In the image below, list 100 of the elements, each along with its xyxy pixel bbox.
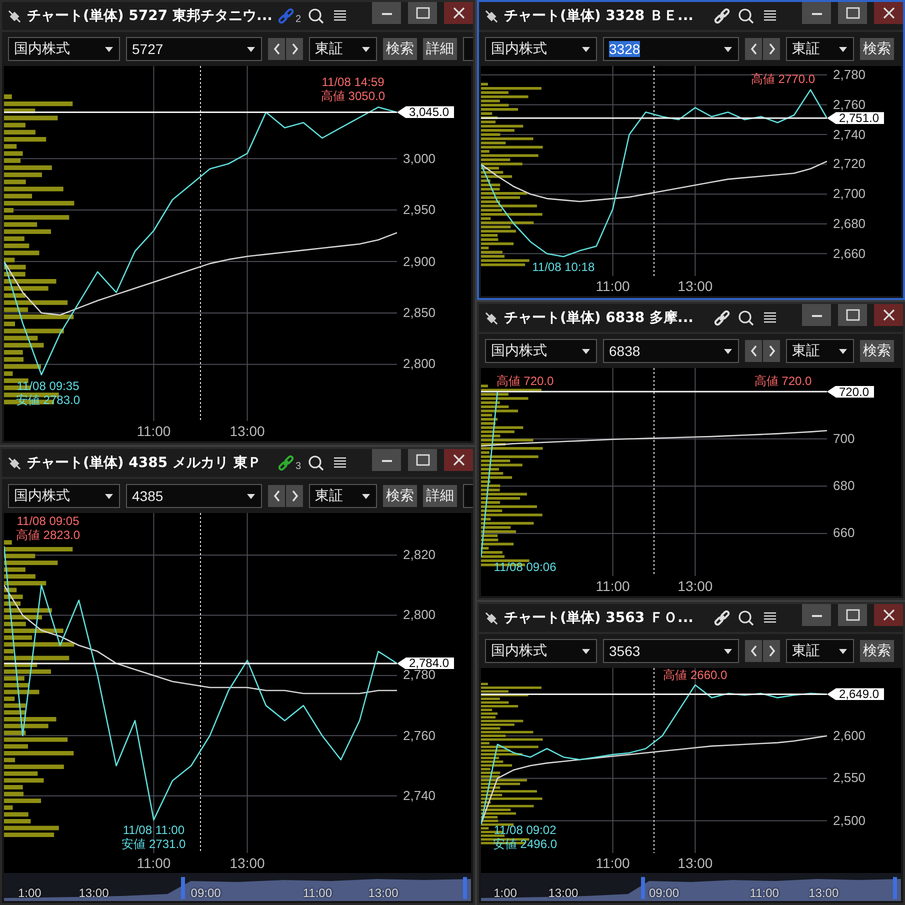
exchange-dropdown[interactable]: 東証 bbox=[309, 37, 377, 61]
axis-tick-label: 3,000 bbox=[403, 152, 436, 165]
axis-tick-label: 13:00 bbox=[678, 578, 713, 594]
axis-tick-label: 680 bbox=[833, 480, 855, 492]
market-dropdown[interactable]: 国内株式 bbox=[485, 639, 597, 663]
minimize-button[interactable] bbox=[802, 304, 831, 326]
search-icon[interactable] bbox=[737, 309, 755, 327]
navigator-handle[interactable] bbox=[640, 877, 645, 899]
chevron-right-icon bbox=[768, 645, 776, 657]
axis-tick-label: 2,600 bbox=[833, 730, 866, 742]
previous-button[interactable] bbox=[745, 640, 762, 662]
market-dropdown[interactable]: 国内株式 bbox=[485, 339, 597, 363]
next-button[interactable] bbox=[286, 485, 303, 507]
search-icon[interactable] bbox=[307, 454, 325, 472]
axis-tick-label: 2,820 bbox=[403, 549, 436, 562]
axis-tick-label: 2,780 bbox=[833, 68, 866, 81]
navigator-bar[interactable]: 1:00 13:00 09:00 11:00 13:00 bbox=[4, 873, 471, 901]
chevron-right-icon bbox=[290, 490, 298, 502]
navigator-handle[interactable] bbox=[893, 877, 897, 899]
minimize-button[interactable] bbox=[372, 449, 401, 471]
close-button[interactable] bbox=[874, 304, 903, 326]
pin-icon[interactable] bbox=[8, 10, 21, 22]
next-button[interactable] bbox=[286, 38, 303, 60]
maximize-button[interactable] bbox=[408, 2, 437, 24]
market-dropdown[interactable]: 国内株式 bbox=[8, 37, 120, 61]
caret-icon bbox=[362, 46, 370, 52]
maximize-button[interactable] bbox=[838, 304, 867, 326]
next-button[interactable] bbox=[763, 340, 780, 362]
maximize-icon bbox=[846, 7, 860, 19]
previous-button[interactable] bbox=[268, 38, 285, 60]
price-tag: 2,751.0 bbox=[827, 112, 884, 124]
market-dropdown[interactable]: 国内株式 bbox=[8, 484, 120, 508]
navigator-handle[interactable] bbox=[181, 877, 186, 899]
pin-icon[interactable] bbox=[485, 312, 498, 324]
maximize-button[interactable] bbox=[408, 449, 437, 471]
high-price-label: 高値 720.0 bbox=[754, 374, 812, 388]
link-icon[interactable] bbox=[713, 609, 731, 627]
caret-icon bbox=[839, 46, 847, 52]
toolbar-button[interactable]: 検索 bbox=[860, 38, 894, 60]
high-price-label: 高値 2770.0 bbox=[750, 72, 816, 86]
code-field[interactable]: 3563 bbox=[603, 639, 739, 663]
exchange-dropdown[interactable]: 東証 bbox=[786, 37, 854, 61]
axis-tick-label: 2,760 bbox=[403, 730, 436, 742]
code-field[interactable]: 4385 bbox=[126, 484, 262, 508]
toolbar-button[interactable]: 詳細 bbox=[423, 485, 457, 507]
previous-button[interactable] bbox=[745, 38, 762, 60]
axis-tick-label: 700 bbox=[833, 432, 855, 445]
navigator-time-label: 13:00 bbox=[808, 886, 839, 900]
link-icon[interactable] bbox=[713, 7, 731, 25]
axis-tick-label: 2,800 bbox=[403, 358, 436, 370]
caret-icon bbox=[839, 348, 847, 354]
market-dropdown[interactable]: 国内株式 bbox=[485, 37, 597, 61]
minimize-button[interactable] bbox=[372, 2, 401, 24]
navigator-time-label: 11:00 bbox=[750, 886, 779, 900]
exchange-dropdown[interactable]: 東証 bbox=[786, 639, 854, 663]
link-icon[interactable] bbox=[277, 454, 296, 472]
maximize-button[interactable] bbox=[838, 2, 867, 24]
high-price-label: 高値 720.0 bbox=[496, 374, 554, 388]
minimize-button[interactable] bbox=[802, 2, 831, 24]
navigator-handle[interactable] bbox=[463, 877, 467, 899]
pin-icon[interactable] bbox=[485, 612, 498, 624]
caret-icon bbox=[582, 348, 590, 354]
link-count: 3 bbox=[295, 461, 301, 472]
pin-icon[interactable] bbox=[485, 10, 498, 22]
close-button[interactable] bbox=[874, 604, 903, 626]
close-button[interactable] bbox=[444, 2, 473, 24]
axis-tick-label: 2,800 bbox=[403, 609, 436, 622]
code-field[interactable]: 3328 bbox=[603, 37, 739, 61]
next-button[interactable] bbox=[763, 38, 780, 60]
maximize-button[interactable] bbox=[838, 604, 867, 626]
previous-button[interactable] bbox=[745, 340, 762, 362]
chevron-left-icon bbox=[272, 43, 280, 55]
toolbar-button[interactable]: 検索 bbox=[383, 38, 417, 60]
close-button[interactable] bbox=[444, 449, 473, 471]
toolbar-button[interactable]: 検索 bbox=[383, 485, 417, 507]
navigator-bar[interactable]: 1:00 13:00 09:00 11:00 13:00 bbox=[481, 873, 901, 901]
code-field[interactable]: 5727 bbox=[126, 37, 262, 61]
toolbar-button[interactable]: 検索 bbox=[860, 340, 894, 362]
previous-button[interactable] bbox=[268, 485, 285, 507]
toolbar-button[interactable]: 検索 bbox=[860, 640, 894, 662]
code-field[interactable]: 6838 bbox=[603, 339, 739, 363]
search-icon[interactable] bbox=[737, 7, 755, 25]
maximize-icon bbox=[846, 309, 860, 321]
next-button[interactable] bbox=[763, 640, 780, 662]
price-tag: 2,784.0 bbox=[397, 657, 454, 670]
caret-icon bbox=[105, 46, 113, 52]
pin-icon[interactable] bbox=[8, 456, 21, 470]
caret-icon bbox=[582, 46, 590, 52]
low-price-label: 安値 2783.0 bbox=[16, 392, 80, 407]
axis-tick-label: 2,900 bbox=[403, 256, 436, 268]
link-icon[interactable] bbox=[713, 309, 731, 327]
navigator-time-label: 09:00 bbox=[649, 886, 680, 900]
exchange-dropdown[interactable]: 東証 bbox=[786, 339, 854, 363]
exchange-dropdown[interactable]: 東証 bbox=[309, 484, 377, 508]
toolbar-button[interactable]: 詳細 bbox=[423, 38, 457, 60]
search-icon[interactable] bbox=[737, 609, 755, 627]
search-icon[interactable] bbox=[307, 7, 325, 25]
navigator-time-label: 13:00 bbox=[548, 886, 578, 900]
minimize-button[interactable] bbox=[802, 604, 831, 626]
close-button[interactable] bbox=[874, 2, 903, 24]
